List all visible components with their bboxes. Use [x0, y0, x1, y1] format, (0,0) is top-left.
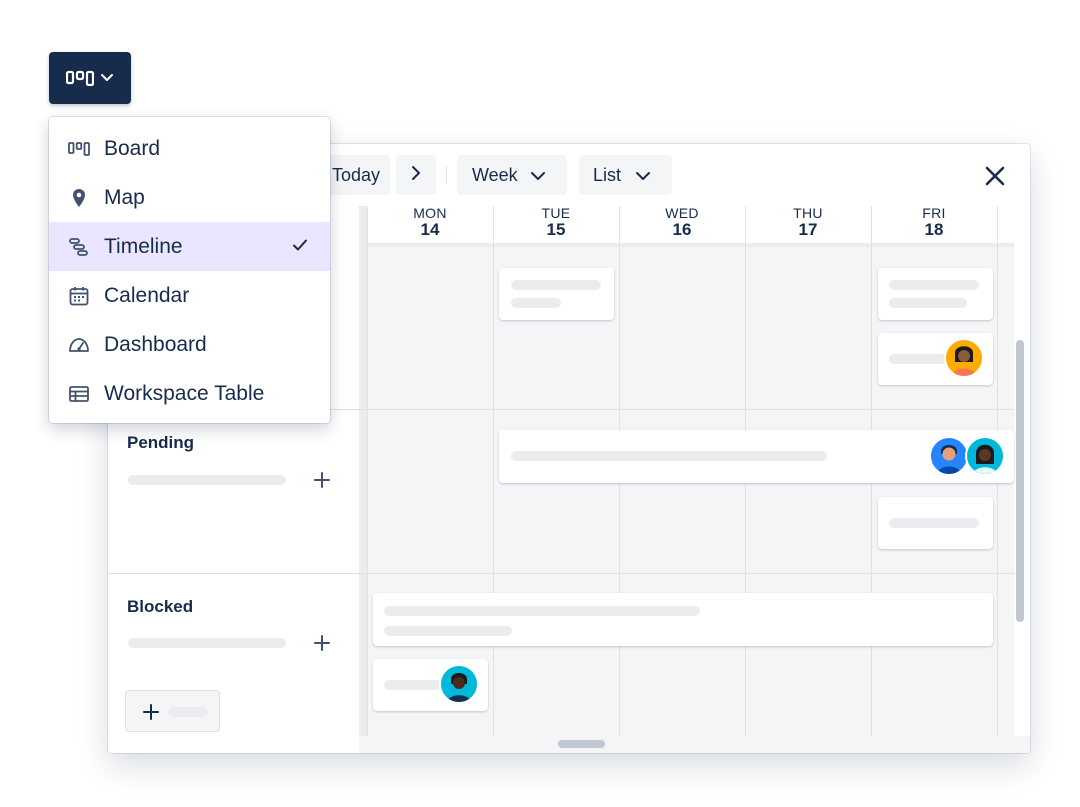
placeholder-line	[511, 451, 827, 461]
week-label: Week	[472, 164, 518, 185]
close-icon	[982, 166, 1008, 193]
add-item-pending-button[interactable]	[313, 471, 331, 489]
grid-edge	[359, 206, 367, 736]
placeholder-line	[889, 518, 979, 528]
menu-item-label: Dashboard	[104, 332, 207, 356]
menu-item-workspace-table[interactable]: Workspace Table	[49, 369, 330, 418]
avatar	[944, 338, 984, 378]
toolbar-divider	[446, 166, 447, 184]
day-name: MON	[413, 205, 447, 221]
day-header-tue: TUE 15	[493, 206, 619, 244]
add-group-button[interactable]	[125, 690, 220, 732]
group-title-pending: Pending	[127, 433, 195, 452]
day-header-wed: WED 16	[619, 206, 745, 244]
day-number: 17	[798, 220, 818, 239]
menu-item-label: Calendar	[104, 283, 190, 307]
close-button[interactable]	[982, 163, 1008, 189]
day-header-fri: FRI 18	[871, 206, 997, 244]
day-number: 16	[672, 220, 692, 239]
group-divider	[108, 573, 1014, 574]
today-label: Today	[332, 164, 381, 185]
menu-item-timeline[interactable]: Timeline	[49, 222, 330, 271]
view-menu: Board Map Timeline Calendar Dashboard Wo…	[49, 117, 330, 423]
avatar	[439, 664, 479, 704]
event-card[interactable]	[373, 659, 488, 711]
menu-item-label: Map	[104, 185, 145, 209]
menu-item-board[interactable]: Board	[49, 124, 330, 173]
vertical-scrollbar[interactable]	[1016, 340, 1024, 622]
day-number: 18	[924, 220, 944, 239]
placeholder-line	[128, 475, 286, 485]
add-item-blocked-button[interactable]	[313, 634, 331, 652]
week-select[interactable]: Week	[457, 155, 567, 195]
list-select[interactable]: List	[579, 155, 672, 195]
placeholder-line	[384, 626, 512, 636]
board-icon	[68, 138, 90, 160]
page: Today Week List Pending Blocked MON 14 T…	[0, 0, 1080, 807]
table-icon	[68, 383, 90, 405]
grid-line	[367, 206, 368, 736]
checkmark-icon	[292, 238, 308, 257]
menu-item-map[interactable]: Map	[49, 173, 330, 222]
horizontal-scroll-track	[359, 736, 1030, 753]
placeholder-line	[511, 280, 601, 290]
event-card[interactable]	[878, 497, 993, 549]
menu-item-calendar[interactable]: Calendar	[49, 271, 330, 320]
map-pin-icon	[68, 187, 90, 209]
placeholder-line	[384, 606, 700, 616]
menu-item-dashboard[interactable]: Dashboard	[49, 320, 330, 369]
grid-line	[493, 206, 494, 736]
placeholder-line	[128, 638, 286, 648]
day-header-mon: MON 14	[367, 206, 493, 244]
board-view-icon	[66, 70, 94, 86]
day-name: THU	[793, 205, 823, 221]
plus-icon	[313, 635, 331, 656]
list-label: List	[593, 164, 622, 185]
menu-item-label: Workspace Table	[104, 381, 265, 405]
placeholder-line	[511, 298, 561, 308]
menu-item-label: Board	[104, 136, 161, 160]
event-card[interactable]	[499, 430, 1014, 483]
placeholder-line	[889, 298, 967, 308]
header-divider	[367, 243, 1014, 247]
chevron-down-icon	[635, 165, 651, 186]
today-button[interactable]: Today	[320, 155, 390, 195]
menu-item-label: Timeline	[104, 234, 183, 258]
event-card[interactable]	[878, 333, 993, 385]
day-name: WED	[665, 205, 699, 221]
horizontal-scrollbar[interactable]	[558, 740, 605, 748]
day-number: 15	[546, 220, 566, 239]
dashboard-icon	[68, 334, 90, 356]
placeholder-line	[168, 707, 208, 717]
placeholder-line	[889, 280, 979, 290]
calendar-icon	[68, 285, 90, 307]
avatar	[965, 436, 1005, 476]
day-number: 14	[420, 220, 440, 239]
day-name: FRI	[922, 205, 946, 221]
view-switcher-button[interactable]	[49, 52, 131, 104]
day-name: TUE	[541, 205, 571, 221]
plus-icon	[143, 704, 159, 725]
day-header-overflow	[997, 206, 1014, 244]
placeholder-line	[384, 680, 442, 690]
placeholder-line	[889, 354, 947, 364]
event-card[interactable]	[373, 593, 993, 646]
timeline-icon	[68, 236, 90, 258]
event-card[interactable]	[499, 268, 614, 320]
day-header-thu: THU 17	[745, 206, 871, 244]
chevron-down-icon	[100, 73, 114, 83]
chevron-right-icon	[410, 165, 422, 186]
group-title-blocked: Blocked	[127, 597, 194, 616]
avatar	[929, 436, 969, 476]
plus-icon	[313, 472, 331, 493]
next-week-button[interactable]	[396, 155, 436, 195]
chevron-down-icon	[530, 165, 546, 186]
event-card[interactable]	[878, 268, 993, 320]
